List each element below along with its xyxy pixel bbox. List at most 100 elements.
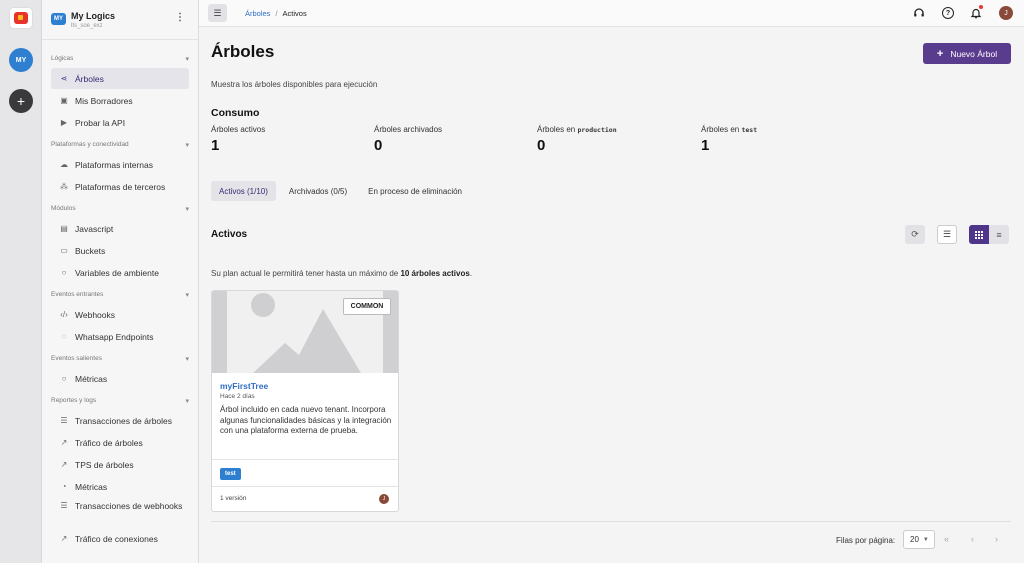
filter-icon[interactable]: ☰ xyxy=(937,225,957,244)
card-divider xyxy=(212,486,398,487)
user-avatar[interactable]: J xyxy=(999,6,1013,20)
sidebar-item-label: Transacciones de webhooks xyxy=(75,501,183,511)
list-view-icon[interactable]: ≡ xyxy=(989,225,1009,244)
share-icon: ⋖ xyxy=(60,74,68,83)
tab-eliminacion[interactable]: En proceso de eliminación xyxy=(360,181,470,201)
sidebar-item[interactable]: ▤ Javascript xyxy=(51,218,189,239)
chevron-down-icon: ▾ xyxy=(185,56,189,63)
menu-toggle-icon[interactable]: ☰ xyxy=(208,4,227,22)
stat-label: Árboles en xyxy=(537,125,578,134)
sidebar-section-label: Eventos salientes xyxy=(51,355,102,362)
sidebar-item[interactable]: ▭ Buckets xyxy=(51,240,189,261)
sidebar-item[interactable]: ▶ Probar la API xyxy=(51,112,189,133)
chevron-down-icon: ▾ xyxy=(185,398,189,405)
sidebar-item-label: Métricas xyxy=(75,373,108,384)
plan-limit: 10 árboles activos xyxy=(400,269,470,278)
new-tree-label: Nuevo Árbol xyxy=(950,48,998,59)
sidebar-item[interactable]: ◌ Whatsapp Endpoints xyxy=(51,326,189,347)
breadcrumb-parent[interactable]: Árboles xyxy=(245,9,270,18)
prev-page-button[interactable]: ‹ xyxy=(971,534,974,544)
grid-view-icon[interactable] xyxy=(969,225,989,244)
first-page-button[interactable]: « xyxy=(944,534,949,544)
sidebar-section-header[interactable]: Lógicas ▾ xyxy=(51,55,189,63)
stat-value: 0 xyxy=(374,137,383,154)
pagination-divider xyxy=(211,521,1011,522)
breadcrumb-current: Activos xyxy=(282,9,307,18)
plan-suffix: . xyxy=(469,269,473,278)
sidebar-item[interactable]: ↗ Tráfico de conexiones xyxy=(51,528,189,549)
stat-archived: Árboles archivados 0 xyxy=(374,125,442,154)
tenant-avatar[interactable]: MY xyxy=(9,48,33,72)
plan-prefix: Su plan actual le permitirá tener hasta … xyxy=(211,269,401,278)
sidebar-item[interactable]: ◔ Métricas xyxy=(51,476,189,497)
tree-date: Hace 2 días xyxy=(220,393,255,400)
stat-env-code: production xyxy=(577,126,617,134)
tree-description: Árbol incluido en cada nuevo tenant. Inc… xyxy=(220,405,392,435)
card-divider xyxy=(212,459,398,460)
sidebar-section-label: Lógicas xyxy=(51,55,74,62)
sidebar-section-header[interactable]: Módulos ▾ xyxy=(51,205,189,213)
refresh-icon[interactable]: ⟳ xyxy=(905,225,925,244)
tenant-name: My Logics xyxy=(71,11,116,21)
kebab-menu-icon[interactable]: ⋮ xyxy=(175,12,185,23)
sidebar-item-label: Métricas xyxy=(75,481,108,492)
app-logo-icon[interactable] xyxy=(9,7,33,29)
add-tenant-button[interactable]: + xyxy=(9,89,33,113)
tree-title[interactable]: myFirstTree xyxy=(220,381,268,391)
whatsapp-icon: ◌ xyxy=(61,332,67,341)
sidebar-section-label: Plataformas y conectividad xyxy=(51,141,129,148)
tenant-id: lts_soe_exz xyxy=(71,23,103,29)
top-bar: ☰ Árboles / Activos xyxy=(199,0,1024,27)
help-icon[interactable]: ? xyxy=(942,7,954,19)
sidebar-item[interactable]: ▣ Mis Borradores xyxy=(51,90,189,111)
headset-icon[interactable] xyxy=(913,7,925,19)
consumption-title: Consumo xyxy=(211,107,260,119)
stat-label: Árboles activos xyxy=(211,125,266,134)
page-title: Árboles xyxy=(211,42,275,61)
sidebar-item[interactable]: ○ Variables de ambiente xyxy=(51,262,189,283)
rows-per-page-value: 20 xyxy=(910,535,919,544)
sidebar-item-label: Plataformas de terceros xyxy=(75,181,166,192)
tree-card[interactable]: COMMON myFirstTree Hace 2 días Árbol inc… xyxy=(211,290,399,512)
sidebar-item[interactable]: ⁂ Plataformas de terceros xyxy=(51,176,189,197)
rows-per-page-select[interactable]: 20 ▼ xyxy=(903,530,935,549)
tab-activos[interactable]: Activos (1/10) xyxy=(211,181,276,201)
tree-tabs: Activos (1/10) Archivados (0/5) En proce… xyxy=(211,181,475,201)
sidebar-item-label: Tráfico de árboles xyxy=(75,437,143,448)
stat-value: 1 xyxy=(211,137,220,154)
gauge-icon: ◔ xyxy=(61,482,67,491)
cloud-icon: ☁ xyxy=(60,160,68,169)
sidebar-item[interactable]: ☁ Plataformas internas xyxy=(51,154,189,175)
sidebar-item[interactable]: ⋖ Árboles xyxy=(51,68,189,89)
sidebar-item[interactable]: ‹/› Webhooks xyxy=(51,304,189,325)
sidebar-item-label: Tráfico de conexiones xyxy=(75,533,158,544)
sidebar-item-label: Whatsapp Endpoints xyxy=(75,331,154,342)
tenant-badge: MY xyxy=(51,13,66,25)
chevron-down-icon: ▾ xyxy=(185,356,189,363)
stat-production: Árboles en production 0 xyxy=(537,125,617,154)
tab-archivados[interactable]: Archivados (0/5) xyxy=(281,181,355,201)
chart-icon: ↗ xyxy=(60,534,68,543)
network-icon: ⁂ xyxy=(60,182,68,191)
stat-test: Árboles en test 1 xyxy=(701,125,757,154)
sidebar-section-header[interactable]: Reportes y logs ▾ xyxy=(51,397,189,405)
sidebar-item-label: Buckets xyxy=(75,245,106,256)
list-icon: ☰ xyxy=(60,416,68,425)
sidebar-item[interactable]: ↗ TPS de árboles xyxy=(51,454,189,475)
sidebar-item[interactable]: ↗ Tráfico de árboles xyxy=(51,432,189,453)
sidebar-item-label: Webhooks xyxy=(75,309,116,320)
stat-env-code: test xyxy=(741,126,758,134)
sidebar-item-label: Mis Borradores xyxy=(75,95,133,106)
tenant-header[interactable]: MY My Logics lts_soe_exz ⋮ xyxy=(42,0,198,40)
sidebar-item[interactable]: ☰ Transacciones de árboles xyxy=(51,410,189,431)
sidebar-section-header[interactable]: Plataformas y conectividad ▾ xyxy=(51,141,189,149)
sidebar-section-header[interactable]: Eventos entrantes ▾ xyxy=(51,291,189,299)
next-page-button[interactable]: › xyxy=(995,534,998,544)
new-tree-button[interactable]: + Nuevo Árbol xyxy=(923,43,1011,64)
sidebar-section-header[interactable]: Eventos salientes ▾ xyxy=(51,355,189,363)
caret-down-icon: ▼ xyxy=(922,536,929,543)
sidebar-item[interactable]: ○ Métricas xyxy=(51,368,189,389)
sidebar-item[interactable]: ☰ Transacciones de webhooks xyxy=(51,498,189,524)
stat-label: Árboles en xyxy=(701,125,742,134)
sidebar-section-label: Módulos xyxy=(51,205,76,212)
